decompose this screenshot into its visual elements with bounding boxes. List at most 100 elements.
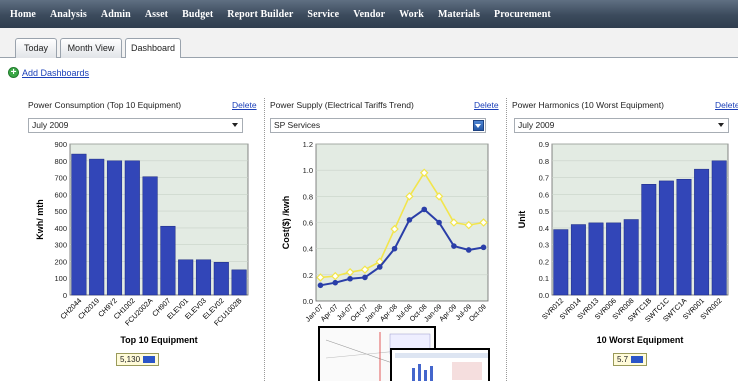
- bar: [711, 160, 727, 296]
- add-dashboards-link[interactable]: Add Dashboards: [22, 68, 89, 78]
- y-tick-label: 500: [54, 207, 67, 216]
- badge-value: 5.7: [617, 355, 629, 364]
- panel-title: Power Supply (Electrical Tariffs Trend): [270, 100, 414, 110]
- data-point: [317, 282, 324, 289]
- panel-title: Power Consumption (Top 10 Equipment): [28, 100, 182, 110]
- y-tick-label: 100: [54, 274, 67, 283]
- y-tick-label: 0: [63, 291, 67, 300]
- y-tick-label: 300: [54, 241, 67, 250]
- select-value: July 2009: [518, 120, 555, 130]
- x-tick-label: Apr-07: [320, 303, 340, 323]
- y-tick-label: 900: [54, 140, 67, 149]
- delete-link[interactable]: Delete: [715, 100, 738, 110]
- data-point: [362, 274, 368, 281]
- nav-item-admin[interactable]: Admin: [101, 9, 131, 20]
- tab-dashboard[interactable]: Dashboard: [125, 38, 181, 59]
- nav-item-report-builder[interactable]: Report Builder: [227, 9, 293, 20]
- data-point: [406, 217, 413, 223]
- select-value: July 2009: [32, 120, 69, 130]
- data-point: [347, 275, 353, 282]
- bar: [89, 158, 105, 296]
- mini-chart-icon: [143, 356, 156, 363]
- y-tick-label: 0.6: [539, 190, 549, 199]
- nav-item-work[interactable]: Work: [399, 9, 424, 20]
- bar: [658, 180, 674, 296]
- top-nav: Home Analysis Admin Asset Budget Report Build…: [0, 0, 738, 28]
- y-tick-label: 0.7: [539, 174, 549, 183]
- nav-item-home[interactable]: Home: [10, 9, 36, 20]
- bar: [606, 222, 622, 296]
- y-tick-label: 0.8: [539, 157, 549, 166]
- dashboard-content: + Add Dashboards Power Consumption (Top …: [0, 58, 738, 381]
- bar: [553, 229, 569, 296]
- panel-divider: [264, 98, 265, 381]
- tab-month-view[interactable]: Month View: [60, 38, 122, 58]
- bar: [106, 160, 123, 296]
- y-tick-label: 1.0: [303, 166, 313, 175]
- mini-chart-icon: [631, 356, 644, 363]
- month-select[interactable]: July 2009: [514, 118, 729, 133]
- nav-item-service[interactable]: Service: [307, 9, 339, 20]
- supplier-select[interactable]: SP Services: [270, 118, 486, 133]
- data-point: [332, 279, 339, 286]
- bar: [71, 153, 87, 296]
- x-tick-label: Apr-09: [439, 303, 459, 323]
- chevron-down-icon: [232, 123, 238, 127]
- bar: [195, 259, 212, 296]
- delete-link[interactable]: Delete: [474, 100, 499, 110]
- thumbnail-preview: [392, 350, 488, 381]
- chevron-down-icon: [475, 124, 481, 128]
- y-tick-label: 0.2: [539, 257, 549, 266]
- nav-item-materials[interactable]: Materials: [438, 9, 480, 20]
- power-harmonics-chart: 0.00.10.20.30.40.50.60.70.80.9UnitSVR012…: [517, 140, 729, 345]
- y-tick-label: 0.1: [539, 274, 549, 283]
- y-tick-label: 0.4: [303, 245, 313, 254]
- bar: [570, 224, 586, 296]
- y-tick-label: 0.6: [303, 219, 313, 228]
- y-tick-label: 1.2: [303, 140, 313, 149]
- y-tick-label: 400: [54, 224, 67, 233]
- dropdown-button[interactable]: [473, 120, 484, 131]
- y-axis-label: Unit: [517, 211, 527, 229]
- power-consumption-chart: 0100200300400500600700800900Kwh/ mthCH20…: [35, 140, 249, 345]
- y-tick-label: 0.5: [539, 207, 549, 216]
- nav-item-asset[interactable]: Asset: [145, 9, 168, 20]
- dashboard-thumbnail: [390, 348, 490, 381]
- data-point: [391, 245, 398, 252]
- bar: [124, 160, 140, 296]
- add-dashboards[interactable]: + Add Dashboards: [8, 67, 89, 78]
- x-tick-label: Oct-09: [468, 303, 488, 323]
- tab-bar: Today Month View Dashboard: [0, 28, 738, 59]
- nav-item-budget[interactable]: Budget: [182, 9, 213, 20]
- data-point: [465, 247, 472, 253]
- panel-power-consumption: Power Consumption (Top 10 Equipment) Del…: [26, 98, 258, 381]
- y-axis-label: Cost($) /kwh: [281, 196, 291, 250]
- bar: [213, 262, 229, 296]
- bar: [623, 219, 639, 296]
- y-axis-label: Kwh/ mth: [35, 199, 45, 240]
- month-select[interactable]: July 2009: [28, 118, 243, 133]
- tab-today[interactable]: Today: [15, 38, 57, 58]
- data-point: [480, 244, 487, 251]
- y-tick-label: 0.8: [303, 192, 313, 201]
- total-badge: 5,130: [116, 353, 160, 366]
- x-tick-label: Apr-08: [379, 303, 399, 323]
- y-tick-label: 800: [54, 157, 67, 166]
- delete-link[interactable]: Delete: [232, 100, 257, 110]
- y-tick-label: 0.2: [303, 271, 313, 280]
- bar: [641, 184, 657, 296]
- y-tick-label: 700: [54, 174, 67, 183]
- nav-item-procurement[interactable]: Procurement: [494, 9, 551, 20]
- y-tick-label: 0.0: [539, 291, 549, 300]
- panel-power-harmonics: Power Harmonics (10 Worst Equipment) Del…: [510, 98, 738, 381]
- bar: [142, 176, 158, 296]
- bar: [178, 259, 194, 296]
- panel-divider: [506, 98, 507, 381]
- x-axis-label: Top 10 Equipment: [120, 335, 197, 345]
- y-tick-label: 0.4: [539, 224, 549, 233]
- add-icon[interactable]: +: [8, 67, 19, 78]
- nav-item-vendor[interactable]: Vendor: [353, 9, 385, 20]
- nav-item-analysis[interactable]: Analysis: [50, 9, 87, 20]
- y-tick-label: 0.3: [539, 241, 549, 250]
- data-point: [421, 206, 428, 213]
